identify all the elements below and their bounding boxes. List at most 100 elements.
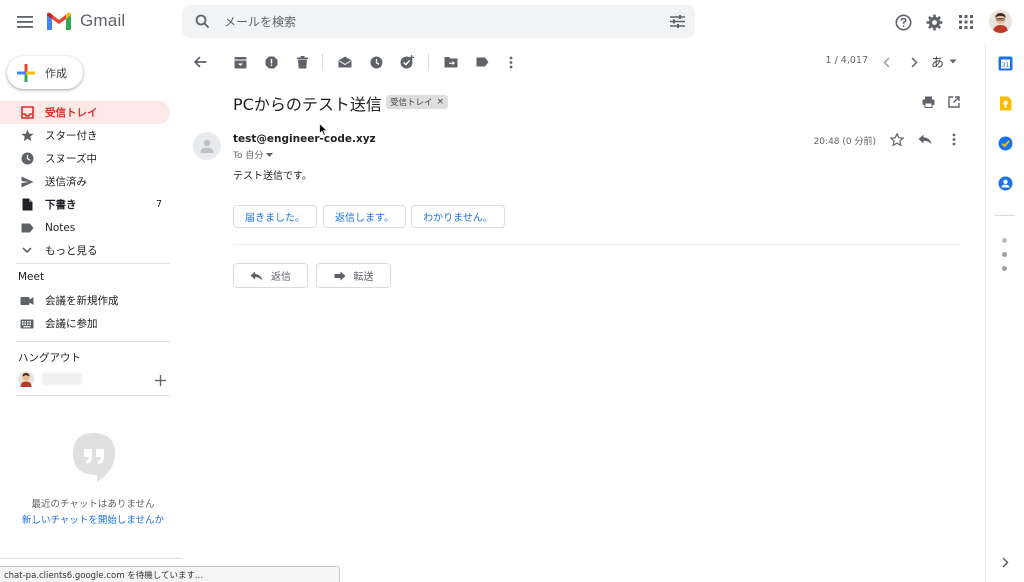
addon-dot-icon[interactable] <box>1002 252 1007 257</box>
help-button[interactable] <box>892 11 914 33</box>
sender-email[interactable]: test@engineer-code.xyz <box>233 133 376 145</box>
reply-button[interactable] <box>914 128 936 150</box>
print-button[interactable] <box>917 91 939 113</box>
remove-label-icon[interactable]: × <box>437 97 445 107</box>
forward-action-button[interactable]: 転送 <box>316 263 391 288</box>
sidebar-item-inbox[interactable]: 受信トレイ <box>0 101 170 124</box>
sidebar-divider <box>16 395 170 396</box>
chevron-down-icon <box>18 247 36 254</box>
top-header: Gmail <box>0 0 1024 44</box>
sidebar-item-sent[interactable]: 送信済み <box>0 170 170 193</box>
search-options-button[interactable] <box>659 15 695 28</box>
meet-item-label: 会議を新規作成 <box>45 295 119 307</box>
sidebar-item-drafts[interactable]: 下書き 7 <box>0 193 170 216</box>
star-message-button[interactable] <box>886 128 908 150</box>
hangouts-user[interactable] <box>18 371 82 387</box>
smart-reply-3[interactable]: わかりません。 <box>411 205 505 228</box>
star-outline-icon <box>890 132 904 146</box>
star-icon <box>18 129 36 142</box>
snooze-button[interactable] <box>365 51 387 73</box>
mouse-cursor <box>319 123 328 136</box>
sidebar-item-notes[interactable]: Notes <box>0 216 170 239</box>
move-to-button[interactable] <box>440 51 462 73</box>
add-chat-button[interactable] <box>152 372 168 388</box>
keep-app-button[interactable] <box>996 94 1014 112</box>
tasks-app-button[interactable] <box>996 134 1014 152</box>
settings-button[interactable] <box>923 11 945 33</box>
report-spam-button[interactable] <box>260 51 282 73</box>
sidebar-item-label: 送信済み <box>45 176 87 188</box>
archive-button[interactable] <box>229 51 251 73</box>
delete-button[interactable] <box>291 51 313 73</box>
labels-button[interactable] <box>471 51 493 73</box>
spam-icon <box>265 56 277 68</box>
start-chat-link[interactable]: 新しいチャットを開始しませんか <box>0 512 186 526</box>
contacts-icon <box>998 176 1012 190</box>
back-button[interactable] <box>189 51 211 73</box>
addon-dot-icon[interactable] <box>1002 266 1007 271</box>
sidebar-item-label: 受信トレイ <box>45 107 98 119</box>
expand-side-panel-button[interactable] <box>996 553 1014 571</box>
smart-reply-1[interactable]: 届きました。 <box>233 205 317 228</box>
browser-status-bar: chat-pa.clients6.google.com を待機しています... <box>0 566 340 582</box>
account-avatar[interactable] <box>989 10 1012 33</box>
newer-button[interactable] <box>875 51 897 73</box>
folder-move-icon <box>444 57 458 68</box>
sidebar-bottom-divider <box>0 558 182 559</box>
search-input[interactable] <box>222 5 659 38</box>
sidebar-item-label: スヌーズ中 <box>45 153 97 165</box>
add-to-tasks-button[interactable] <box>396 51 418 73</box>
message-body: テスト送信です。 <box>233 171 312 182</box>
open-in-new-icon <box>948 96 960 108</box>
person-icon <box>200 139 214 153</box>
more-vert-icon <box>952 133 956 145</box>
gmail-logo[interactable]: Gmail <box>46 11 125 31</box>
compose-button[interactable]: 作成 <box>7 56 83 89</box>
sidebar-item-count: 7 <box>155 199 162 210</box>
plus-icon <box>154 374 166 386</box>
input-tools-button[interactable]: あ <box>931 52 957 71</box>
keep-icon <box>999 96 1011 110</box>
label-icon <box>18 223 36 233</box>
search-button[interactable] <box>182 14 222 29</box>
contacts-app-button[interactable] <box>996 174 1014 192</box>
reply-action-button[interactable]: 返信 <box>233 263 308 288</box>
message-more-button[interactable] <box>943 128 965 150</box>
hangouts-empty-text: 最近のチャットはありません <box>31 499 155 510</box>
apps-button[interactable] <box>955 11 977 33</box>
email-subject: PCからのテスト送信 <box>233 95 382 114</box>
more-options-button[interactable] <box>500 51 522 73</box>
video-icon <box>18 296 36 306</box>
reply-icon <box>250 270 263 281</box>
keyboard-icon <box>18 319 36 329</box>
sender-avatar[interactable] <box>193 132 221 160</box>
svg-text:31: 31 <box>1001 62 1009 69</box>
smart-reply-2[interactable]: 返信します。 <box>323 205 406 228</box>
avatar-icon <box>989 10 1012 33</box>
mark-unread-button[interactable] <box>334 51 356 73</box>
older-button[interactable] <box>903 51 925 73</box>
inbox-label-chip: 受信トレイ × <box>386 95 449 109</box>
main-menu-button[interactable] <box>12 9 38 35</box>
calendar-app-button[interactable]: 31 <box>996 54 1014 72</box>
addon-dot-icon[interactable] <box>1002 238 1007 243</box>
reply-label: 返信 <box>271 272 291 283</box>
forward-icon <box>334 271 345 280</box>
chevron-right-icon <box>1001 556 1009 568</box>
sidebar-item-starred[interactable]: スター付き <box>0 124 170 147</box>
open-new-window-button[interactable] <box>943 91 965 113</box>
mail-open-icon <box>338 56 352 68</box>
recipients-toggle[interactable]: To 自分 <box>233 148 274 161</box>
hangouts-bubble-icon <box>72 432 116 484</box>
hangouts-section-title: ハングアウト <box>18 352 81 364</box>
sidebar-item-more[interactable]: もっと見る <box>0 239 170 262</box>
sidebar-item-snoozed[interactable]: スヌーズ中 <box>0 147 170 170</box>
meet-nav: 会議を新規作成 会議に参加 <box>0 289 180 335</box>
toolbar-separator <box>428 54 429 70</box>
meet-join-meeting[interactable]: 会議に参加 <box>0 312 170 335</box>
side-panel <box>985 44 1024 582</box>
help-icon <box>895 14 911 30</box>
meet-new-meeting[interactable]: 会議を新規作成 <box>0 289 170 312</box>
chevron-left-icon <box>882 56 890 68</box>
message-time: 20:48 (0 分前) <box>813 137 876 147</box>
